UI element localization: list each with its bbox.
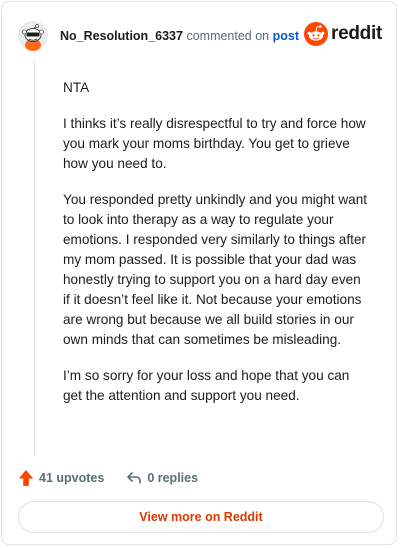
comment-embed-card: No_Resolution_6337 commented on post red… bbox=[1, 1, 397, 545]
replies-button[interactable]: 0 replies bbox=[126, 470, 198, 486]
thread-line bbox=[34, 60, 35, 456]
reply-arrow-icon bbox=[127, 472, 142, 484]
commented-on-text: commented on bbox=[186, 29, 270, 43]
upvote-arrow-icon bbox=[18, 470, 34, 486]
username-link[interactable]: No_Resolution_6337 bbox=[60, 29, 183, 43]
post-link[interactable]: post bbox=[273, 29, 299, 43]
snoo-avatar-icon[interactable] bbox=[18, 21, 48, 51]
view-more-button[interactable]: View more on Reddit bbox=[18, 501, 384, 533]
comment-paragraph: I thinks it’s really disrespectful to tr… bbox=[63, 116, 366, 171]
comment-body: NTA I thinks it’s really disrespectful t… bbox=[63, 78, 369, 422]
comment-paragraph: I’m so sorry for your loss and hope that… bbox=[63, 368, 350, 403]
comment-header: No_Resolution_6337 commented on post red… bbox=[18, 18, 382, 54]
comment-paragraph: NTA bbox=[63, 80, 90, 95]
reddit-wordmark: reddit bbox=[331, 23, 382, 44]
comment-meta: No_Resolution_6337 commented on post bbox=[60, 29, 299, 43]
comment-actions: 41 upvotes 0 replies bbox=[18, 468, 380, 488]
upvote-button[interactable]: 41 upvotes bbox=[18, 469, 104, 487]
reddit-brand-link[interactable]: reddit bbox=[304, 22, 382, 46]
reddit-logo-icon bbox=[304, 22, 329, 46]
upvote-count: 41 upvotes bbox=[39, 471, 105, 485]
comment-paragraph: You responded pretty unkindly and you mi… bbox=[63, 192, 368, 347]
reply-count: 0 replies bbox=[147, 471, 199, 485]
